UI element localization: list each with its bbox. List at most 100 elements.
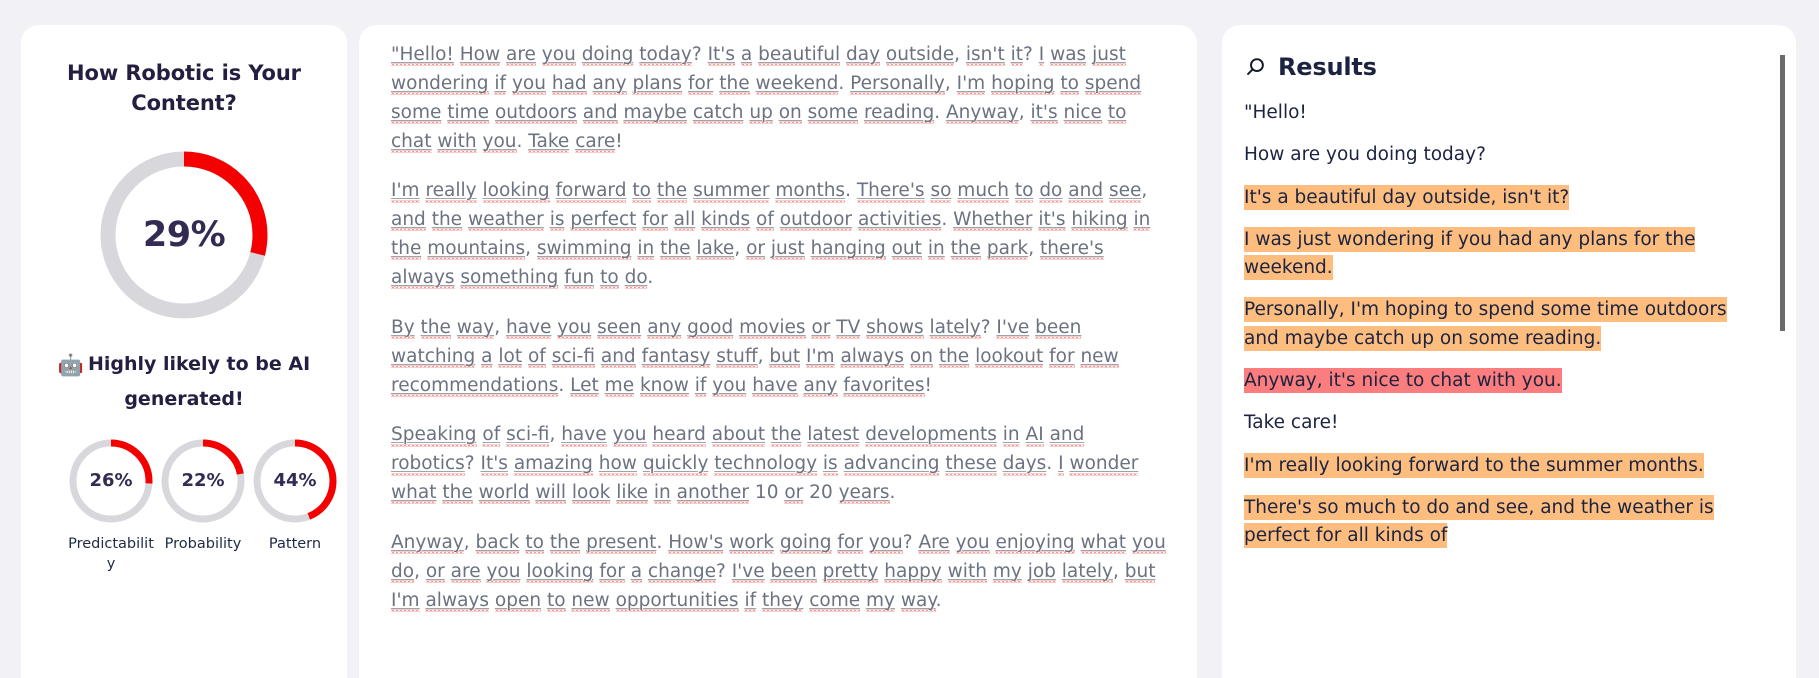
misspelled-word[interactable]: to bbox=[600, 267, 619, 290]
misspelled-word[interactable]: How bbox=[459, 44, 501, 67]
misspelled-word[interactable]: what bbox=[1080, 532, 1126, 555]
editor-paragraph[interactable]: By the way, have you seen any good movie… bbox=[391, 314, 1167, 401]
misspelled-word[interactable]: to bbox=[1107, 101, 1127, 125]
misspelled-word[interactable]: way bbox=[900, 589, 936, 613]
misspelled-word[interactable]: There's bbox=[856, 180, 925, 203]
misspelled-word[interactable]: work bbox=[729, 532, 774, 555]
misspelled-word[interactable]: isn't bbox=[965, 44, 1005, 67]
misspelled-word[interactable]: world bbox=[478, 482, 530, 505]
misspelled-word[interactable]: swimming bbox=[536, 238, 632, 261]
misspelled-word[interactable]: to bbox=[1014, 180, 1034, 203]
misspelled-word[interactable]: with bbox=[947, 560, 987, 584]
misspelled-word[interactable]: the bbox=[442, 482, 473, 505]
misspelled-word[interactable]: of bbox=[482, 424, 501, 447]
misspelled-word[interactable]: to bbox=[546, 589, 566, 613]
misspelled-word[interactable]: going bbox=[779, 532, 832, 555]
misspelled-word[interactable]: watching bbox=[391, 345, 476, 369]
misspelled-word[interactable]: AI bbox=[1025, 424, 1044, 447]
misspelled-word[interactable]: if bbox=[694, 374, 707, 398]
misspelled-word[interactable]: and bbox=[600, 345, 636, 369]
misspelled-word[interactable]: they bbox=[762, 589, 804, 613]
misspelled-word[interactable]: advancing bbox=[843, 453, 940, 476]
misspelled-word[interactable]: of bbox=[756, 209, 774, 232]
misspelled-word[interactable]: it's bbox=[1030, 101, 1058, 125]
misspelled-word[interactable]: something bbox=[460, 267, 559, 290]
misspelled-word[interactable]: have bbox=[561, 424, 607, 447]
misspelled-word[interactable]: you bbox=[482, 130, 517, 154]
misspelled-word[interactable]: the bbox=[660, 238, 691, 261]
misspelled-word[interactable]: lake bbox=[696, 238, 735, 261]
misspelled-word[interactable]: enjoying bbox=[995, 532, 1075, 555]
misspelled-word[interactable]: all bbox=[673, 209, 696, 232]
result-sentence[interactable]: Take care! bbox=[1244, 409, 1762, 437]
misspelled-word[interactable]: change bbox=[647, 560, 717, 584]
misspelled-word[interactable]: is bbox=[549, 209, 565, 232]
misspelled-word[interactable]: been bbox=[1035, 316, 1082, 340]
misspelled-word[interactable]: "Hello! bbox=[391, 44, 454, 67]
misspelled-word[interactable]: the bbox=[938, 345, 970, 369]
misspelled-word[interactable]: technology bbox=[714, 453, 818, 476]
editor-paragraph[interactable]: Speaking of sci-fi, have you heard about… bbox=[391, 421, 1167, 508]
misspelled-word[interactable]: reading bbox=[863, 101, 935, 125]
misspelled-word[interactable]: wondering bbox=[391, 72, 489, 96]
misspelled-word[interactable]: these bbox=[945, 453, 997, 476]
misspelled-word[interactable]: are bbox=[450, 560, 481, 584]
misspelled-word[interactable]: you bbox=[541, 44, 576, 67]
editor-paragraph[interactable]: "Hello! How are you doing today? It's a … bbox=[391, 41, 1167, 156]
misspelled-word[interactable]: you bbox=[712, 374, 747, 398]
misspelled-word[interactable]: favorites bbox=[843, 374, 925, 398]
misspelled-word[interactable]: you bbox=[955, 532, 990, 555]
misspelled-word[interactable]: in bbox=[637, 238, 655, 261]
misspelled-word[interactable]: the bbox=[420, 316, 451, 340]
misspelled-word[interactable]: if bbox=[744, 589, 757, 613]
misspelled-word[interactable]: chat bbox=[391, 130, 432, 154]
misspelled-word[interactable]: opportunities bbox=[615, 589, 739, 613]
misspelled-word[interactable]: movies bbox=[739, 316, 806, 340]
misspelled-word[interactable]: forward bbox=[555, 180, 627, 203]
misspelled-word[interactable]: quickly bbox=[642, 453, 709, 476]
misspelled-word[interactable]: with bbox=[437, 130, 477, 154]
misspelled-word[interactable]: new bbox=[571, 589, 610, 613]
misspelled-word[interactable]: day bbox=[845, 44, 881, 67]
misspelled-word[interactable]: looking bbox=[482, 180, 550, 203]
misspelled-word[interactable]: heard bbox=[652, 424, 706, 447]
misspelled-word[interactable]: I'm bbox=[391, 589, 420, 613]
misspelled-word[interactable]: you bbox=[612, 424, 647, 447]
misspelled-word[interactable]: was bbox=[1050, 44, 1087, 67]
misspelled-word[interactable]: look bbox=[571, 482, 611, 505]
misspelled-word[interactable]: weather bbox=[467, 209, 544, 232]
misspelled-word[interactable]: for bbox=[837, 532, 863, 555]
misspelled-word[interactable]: pretty bbox=[822, 560, 879, 584]
misspelled-word[interactable]: a bbox=[481, 345, 493, 369]
misspelled-word[interactable]: fantasy bbox=[641, 345, 711, 369]
result-sentence[interactable]: Anyway, it's nice to chat with you. bbox=[1244, 367, 1762, 395]
misspelled-word[interactable]: today bbox=[639, 44, 692, 67]
misspelled-word[interactable]: any bbox=[592, 72, 627, 96]
misspelled-word[interactable]: do bbox=[624, 267, 648, 290]
result-sentence[interactable]: I was just wondering if you had any plan… bbox=[1244, 226, 1762, 283]
misspelled-word[interactable]: hanging bbox=[810, 238, 886, 261]
misspelled-word[interactable]: I'm bbox=[806, 345, 835, 369]
misspelled-word[interactable]: the bbox=[549, 532, 581, 555]
misspelled-word[interactable]: there's bbox=[1040, 238, 1104, 261]
misspelled-word[interactable]: any bbox=[803, 374, 838, 398]
misspelled-word[interactable]: way bbox=[456, 316, 495, 340]
misspelled-word[interactable]: on bbox=[909, 345, 933, 369]
misspelled-word[interactable]: if bbox=[494, 72, 507, 96]
misspelled-word[interactable]: have bbox=[505, 316, 552, 340]
misspelled-word[interactable]: back bbox=[475, 532, 520, 555]
misspelled-word[interactable]: and bbox=[1049, 424, 1085, 447]
misspelled-word[interactable]: you bbox=[557, 316, 592, 340]
misspelled-word[interactable]: lately bbox=[1061, 560, 1113, 584]
misspelled-word[interactable]: just bbox=[1092, 44, 1126, 67]
misspelled-word[interactable]: stuff bbox=[716, 345, 758, 369]
editor-paragraph[interactable]: I'm really looking forward to the summer… bbox=[391, 177, 1167, 292]
misspelled-word[interactable]: spend bbox=[1084, 72, 1142, 96]
misspelled-word[interactable]: up bbox=[749, 101, 773, 125]
misspelled-word[interactable]: the bbox=[656, 180, 688, 203]
misspelled-word[interactable]: park bbox=[986, 238, 1029, 261]
misspelled-word[interactable]: days bbox=[1002, 453, 1047, 476]
misspelled-word[interactable]: for bbox=[642, 209, 668, 232]
misspelled-word[interactable]: care bbox=[575, 130, 616, 154]
misspelled-word[interactable]: It's bbox=[480, 453, 508, 476]
